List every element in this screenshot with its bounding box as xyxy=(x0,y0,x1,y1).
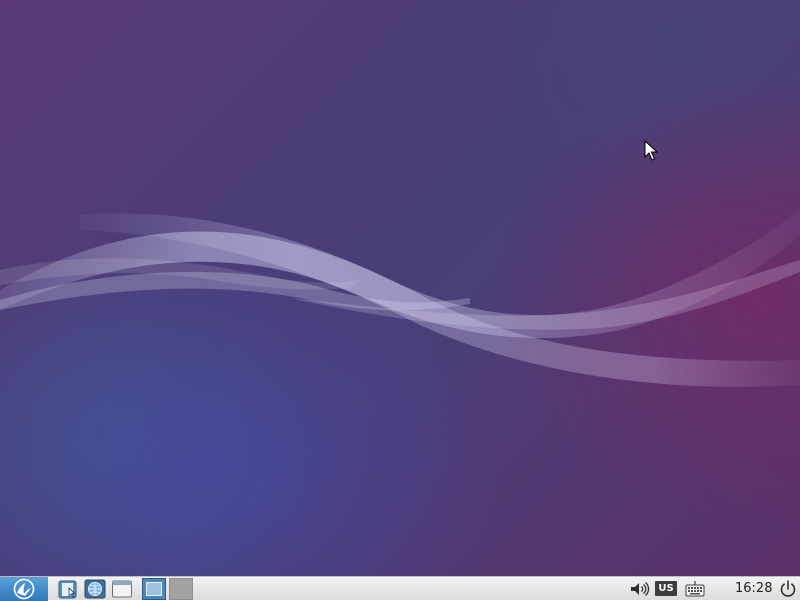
lubuntu-menu-icon xyxy=(13,578,35,600)
file-manager-launcher[interactable] xyxy=(57,579,79,599)
volume-button[interactable] xyxy=(628,579,650,599)
keyboard-button[interactable] xyxy=(684,579,706,599)
keyboard-layout-indicator[interactable]: US xyxy=(655,581,677,596)
network-icon xyxy=(84,579,106,599)
wallpaper-waves xyxy=(0,210,800,387)
workspace-1-button[interactable] xyxy=(142,578,166,600)
power-button[interactable] xyxy=(778,579,798,599)
taskbar: US 16:28 xyxy=(0,576,800,601)
keyboard-icon xyxy=(685,581,705,597)
mouse-cursor-icon xyxy=(644,140,658,161)
file-manager-icon xyxy=(58,580,77,599)
workspace-2-button[interactable] xyxy=(169,578,193,600)
volume-icon xyxy=(631,582,650,596)
desktop[interactable] xyxy=(0,0,800,576)
window-icon xyxy=(112,580,132,598)
start-menu-button[interactable] xyxy=(0,577,48,601)
window-launcher[interactable] xyxy=(111,579,133,599)
network-launcher[interactable] xyxy=(84,579,106,599)
power-icon xyxy=(780,580,796,597)
clock[interactable]: 16:28 xyxy=(735,580,775,598)
